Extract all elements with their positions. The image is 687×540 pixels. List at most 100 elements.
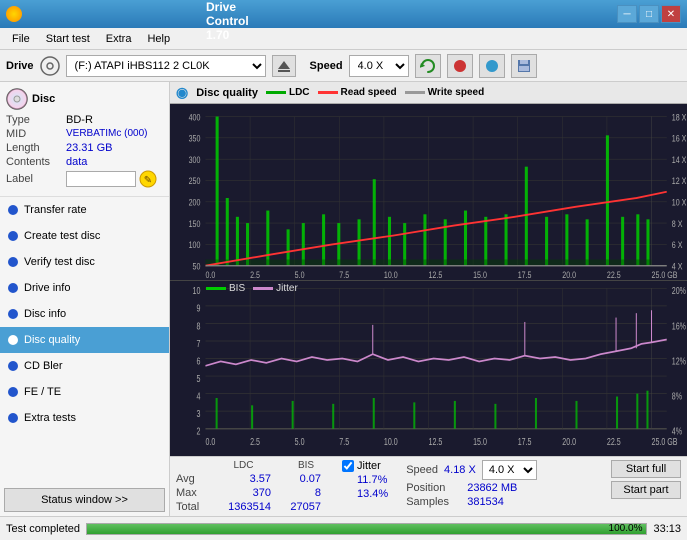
time-text: 33:13 xyxy=(653,523,681,535)
drive-label: Drive xyxy=(6,60,34,72)
save-button[interactable] xyxy=(511,54,537,78)
legend-jitter: Jitter xyxy=(253,283,298,294)
nav-dot xyxy=(8,387,18,397)
speed-label: Speed xyxy=(310,60,343,72)
refresh-button[interactable] xyxy=(415,54,441,78)
svg-text:20.0: 20.0 xyxy=(562,271,576,280)
samples-value: 381534 xyxy=(467,496,504,508)
svg-text:17.5: 17.5 xyxy=(518,435,532,447)
nav-dot xyxy=(8,309,18,319)
svg-text:0.0: 0.0 xyxy=(205,271,215,280)
length-value: 23.31 GB xyxy=(66,142,112,154)
nav-label: Disc quality xyxy=(24,334,80,346)
menubar: File Start test Extra Help xyxy=(0,28,687,50)
sidebar: Disc Type BD-R MID VERBATIMc (000) Lengt… xyxy=(0,82,170,516)
nav-label: Extra tests xyxy=(24,412,76,424)
position-value: 23862 MB xyxy=(467,482,517,494)
svg-text:16 X: 16 X xyxy=(672,134,687,144)
drivebar: Drive (F:) ATAPI iHBS112 2 CL0K Speed 4.… xyxy=(0,50,687,82)
upper-chart: 400 350 300 250 200 150 100 50 18 X 16 X… xyxy=(170,104,687,281)
svg-text:14 X: 14 X xyxy=(672,155,687,165)
nav-create-test-disc[interactable]: Create test disc xyxy=(0,223,169,249)
maximize-button[interactable]: □ xyxy=(639,5,659,23)
svg-text:7: 7 xyxy=(196,337,200,349)
total-ldc: 1363514 xyxy=(221,501,271,513)
svg-text:10 X: 10 X xyxy=(672,198,687,208)
jitter-checkbox[interactable] xyxy=(342,460,354,472)
legend-label-jitter: Jitter xyxy=(276,283,298,294)
speed-stats-select[interactable]: 4.0 X xyxy=(482,460,537,480)
settings-button[interactable] xyxy=(479,54,505,78)
svg-text:150: 150 xyxy=(189,219,201,229)
nav-cd-bler[interactable]: CD Bler xyxy=(0,353,169,379)
menu-extra[interactable]: Extra xyxy=(98,31,140,47)
max-ldc: 370 xyxy=(221,487,271,499)
svg-text:18 X: 18 X xyxy=(672,113,687,123)
svg-text:300: 300 xyxy=(189,155,201,165)
status-window-button[interactable]: Status window >> xyxy=(4,488,165,512)
color-button[interactable] xyxy=(447,54,473,78)
nav-transfer-rate[interactable]: Transfer rate xyxy=(0,197,169,223)
svg-text:7.5: 7.5 xyxy=(339,435,349,447)
main-area: Disc Type BD-R MID VERBATIMc (000) Lengt… xyxy=(0,82,687,516)
nav-disc-quality[interactable]: Disc quality xyxy=(0,327,169,353)
svg-text:12.5: 12.5 xyxy=(428,271,442,280)
svg-text:2.5: 2.5 xyxy=(250,271,260,280)
legend-label-bis: BIS xyxy=(229,283,245,294)
eject-button[interactable] xyxy=(272,55,296,77)
nav-extra-tests[interactable]: Extra tests xyxy=(0,405,169,431)
bis-col-header: BIS xyxy=(286,460,326,471)
svg-text:6 X: 6 X xyxy=(672,240,683,250)
svg-text:5.0: 5.0 xyxy=(295,435,305,447)
lower-chart-svg: 10 9 8 7 6 5 4 3 2 20% 16% 12% 8% 4% 0 xyxy=(170,281,687,457)
chart-header: ◉ Disc quality LDC Read speed Write spee… xyxy=(170,82,687,104)
start-part-button[interactable]: Start part xyxy=(611,481,681,499)
titlebar: Opti Drive Control 1.70 ─ □ ✕ xyxy=(0,0,687,28)
lower-chart: BIS Jitter xyxy=(170,281,687,457)
start-full-button[interactable]: Start full xyxy=(611,460,681,478)
legend-color-read xyxy=(318,91,338,94)
nav-drive-info[interactable]: Drive info xyxy=(0,275,169,301)
minimize-button[interactable]: ─ xyxy=(617,5,637,23)
avg-jitter: 11.7% xyxy=(342,474,388,486)
svg-text:400: 400 xyxy=(189,113,201,123)
total-bis: 27057 xyxy=(281,501,321,513)
svg-text:16%: 16% xyxy=(672,319,686,331)
speed-stats-value: 4.18 X xyxy=(444,464,476,476)
svg-text:15.0: 15.0 xyxy=(473,435,487,447)
svg-text:✎: ✎ xyxy=(144,175,152,186)
total-label: Total xyxy=(176,501,211,513)
label-icon-button[interactable]: ✎ xyxy=(139,170,157,188)
disc-header: Disc xyxy=(32,93,55,105)
menu-file[interactable]: File xyxy=(4,31,38,47)
svg-text:3: 3 xyxy=(196,407,200,419)
nav-dot xyxy=(8,413,18,423)
nav-label: CD Bler xyxy=(24,360,63,372)
nav-dot xyxy=(8,283,18,293)
menu-starttest[interactable]: Start test xyxy=(38,31,98,47)
speed-select[interactable]: 4.0 X xyxy=(349,55,409,77)
nav-fe-te[interactable]: FE / TE xyxy=(0,379,169,405)
svg-text:5: 5 xyxy=(196,372,200,384)
nav-label: FE / TE xyxy=(24,386,61,398)
close-button[interactable]: ✕ xyxy=(661,5,681,23)
svg-text:0.0: 0.0 xyxy=(205,435,215,447)
jitter-label: Jitter xyxy=(357,460,381,472)
nav-disc-info[interactable]: Disc info xyxy=(0,301,169,327)
max-jitter: 13.4% xyxy=(342,488,388,500)
type-label: Type xyxy=(6,114,66,126)
nav-label: Verify test disc xyxy=(24,256,95,268)
svg-text:350: 350 xyxy=(189,134,201,144)
nav-verify-test-disc[interactable]: Verify test disc xyxy=(0,249,169,275)
svg-text:20.0: 20.0 xyxy=(562,435,576,447)
disc-label-input[interactable] xyxy=(66,171,136,187)
menu-help[interactable]: Help xyxy=(139,31,178,47)
legend-bis: BIS xyxy=(206,283,245,294)
svg-text:12 X: 12 X xyxy=(672,177,687,187)
length-label: Length xyxy=(6,142,66,154)
speed-position-col: Speed 4.18 X 4.0 X Position 23862 MB Sam… xyxy=(406,460,537,513)
legend-color-jitter xyxy=(253,287,273,290)
nav-dot xyxy=(8,205,18,215)
drive-select[interactable]: (F:) ATAPI iHBS112 2 CL0K xyxy=(66,55,266,77)
nav-label: Transfer rate xyxy=(24,204,87,216)
